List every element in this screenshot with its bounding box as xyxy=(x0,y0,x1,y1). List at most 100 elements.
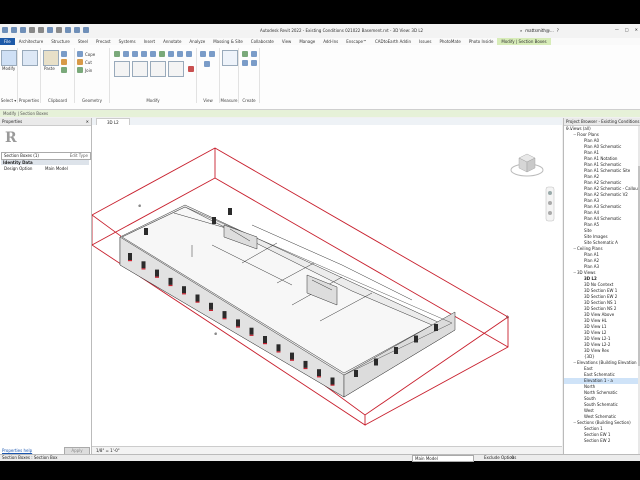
browser-item[interactable]: Section EW 2 xyxy=(564,438,640,444)
mirror-draw-icon[interactable] xyxy=(141,51,147,57)
split-icon[interactable] xyxy=(150,51,156,57)
create-assembly-icon[interactable] xyxy=(242,60,248,66)
project-browser: Project Browser - Existing Conditions 0.… xyxy=(563,118,640,454)
tab-systems[interactable]: Systems xyxy=(115,38,140,45)
cut-geometry-icon[interactable] xyxy=(77,59,83,65)
property-value[interactable]: Main Model xyxy=(45,166,68,171)
trim-extend-icon[interactable] xyxy=(168,61,184,77)
view-cube-icon[interactable] xyxy=(510,153,544,177)
cut-button[interactable]: Cut xyxy=(85,60,92,65)
tab-file[interactable]: File xyxy=(0,38,15,45)
property-key: Design Option xyxy=(4,166,33,171)
offset-icon[interactable] xyxy=(123,51,129,57)
window xyxy=(182,286,186,294)
modify-cursor-icon[interactable] xyxy=(1,50,17,66)
property-group-identity[interactable]: Identity Data xyxy=(1,160,89,165)
3d-view-icon[interactable] xyxy=(74,27,80,33)
tab-modify-section-boxes[interactable]: Modify | Section Boxes xyxy=(497,38,551,45)
tab-issues[interactable]: Issues xyxy=(415,38,435,45)
design-option-selector[interactable]: Main Model xyxy=(412,455,474,462)
modify-button[interactable]: Modify xyxy=(2,66,15,71)
tab-photo-inside[interactable]: Photo Inside xyxy=(465,38,498,45)
scale-icon[interactable] xyxy=(177,51,183,57)
match-type-icon[interactable] xyxy=(61,67,67,73)
tab-view[interactable]: View xyxy=(278,38,296,45)
view-scale[interactable]: 1/8" = 1'-0" xyxy=(96,448,120,453)
navigation-bar[interactable] xyxy=(545,186,555,222)
maximize-icon[interactable]: □ xyxy=(625,27,629,32)
type-selector[interactable]: Section Boxes (1) Edit Type xyxy=(1,152,91,160)
save-icon[interactable] xyxy=(20,27,26,33)
window-sill xyxy=(168,284,173,287)
cope-button[interactable]: Cope xyxy=(85,52,95,57)
browser-item-label: East Schematic xyxy=(584,372,615,377)
tab-precast[interactable]: Precast xyxy=(92,38,115,45)
panel-label-select[interactable]: Select ▾ xyxy=(0,98,17,103)
pin-icon[interactable] xyxy=(186,51,192,57)
undo-icon[interactable] xyxy=(29,27,35,33)
context-label: Modify | Section Boxes xyxy=(3,111,49,116)
close-icon[interactable]: ✕ xyxy=(86,118,89,125)
create-parts-icon[interactable] xyxy=(251,51,257,57)
cope-icon[interactable] xyxy=(77,51,83,57)
print-icon[interactable] xyxy=(47,27,53,33)
tab-structure[interactable]: Structure xyxy=(47,38,74,45)
tab-collaborate[interactable]: Collaborate xyxy=(247,38,278,45)
measure-tool-icon[interactable] xyxy=(222,50,238,66)
create-similar-icon[interactable] xyxy=(251,60,257,66)
browser-item-label: Elevations (Building Elevation C xyxy=(577,360,640,365)
tab-add-ins[interactable]: Add-Ins xyxy=(319,38,342,45)
window xyxy=(303,360,308,368)
cut-icon[interactable] xyxy=(61,59,67,65)
window-sill xyxy=(182,293,186,295)
window xyxy=(276,344,281,352)
tab-manage[interactable]: Manage xyxy=(295,38,319,45)
window-sill xyxy=(290,359,294,361)
close-icon[interactable]: ✕ xyxy=(635,27,638,32)
copy-icon[interactable] xyxy=(61,51,67,57)
tab-photomate[interactable]: PhotoMate xyxy=(435,38,464,45)
window-sill xyxy=(222,318,227,320)
text-icon[interactable] xyxy=(65,27,71,33)
tab-massing-site[interactable]: Massing & Site xyxy=(209,38,247,45)
user-name[interactable]: mattsmith@... xyxy=(525,28,554,33)
array-icon[interactable] xyxy=(168,51,174,57)
hide-in-view-icon[interactable] xyxy=(200,51,206,57)
edit-type-button[interactable]: Edit Type xyxy=(70,153,88,158)
tab-steel[interactable]: Steel xyxy=(74,38,92,45)
join-icon[interactable] xyxy=(77,67,83,73)
paste-button[interactable]: Paste xyxy=(44,66,55,71)
align-icon[interactable] xyxy=(114,51,120,57)
home-icon[interactable] xyxy=(2,27,8,33)
3d-view-canvas[interactable]: ⊕ ⊕ ◇ xyxy=(91,125,562,446)
open-icon[interactable] xyxy=(11,27,17,33)
trim-icon[interactable] xyxy=(159,51,165,57)
tab-analyze[interactable]: Analyze xyxy=(185,38,209,45)
paste-icon[interactable] xyxy=(43,50,59,66)
properties-help-link[interactable]: Properties help xyxy=(2,448,32,453)
tab-annotate[interactable]: Annotate xyxy=(159,38,185,45)
rotate-icon[interactable] xyxy=(150,61,166,77)
copy-element-icon[interactable] xyxy=(132,61,148,77)
delete-icon[interactable] xyxy=(188,66,194,72)
redo-icon[interactable] xyxy=(38,27,44,33)
minimize-icon[interactable]: — xyxy=(615,27,619,32)
mirror-axis-icon[interactable] xyxy=(132,51,138,57)
properties-icon[interactable] xyxy=(22,50,38,66)
create-group-icon[interactable] xyxy=(242,51,248,57)
join-button[interactable]: Join xyxy=(85,68,92,73)
move-icon[interactable] xyxy=(114,61,130,77)
revit-window: Autodesk Revit 2022 - Existing Condition… xyxy=(0,24,640,462)
window xyxy=(141,261,146,269)
section-icon[interactable] xyxy=(83,27,89,33)
help-icon[interactable]: ? xyxy=(557,28,559,33)
browser-item-label: Sections (Building Section) xyxy=(577,420,631,425)
measure-icon[interactable] xyxy=(56,27,62,33)
tab-cadtoearth-addin[interactable]: CADtoEarth Addin xyxy=(371,38,415,45)
linework-icon[interactable] xyxy=(204,61,210,67)
override-graphics-icon[interactable] xyxy=(209,51,215,57)
search-icon[interactable]: ⌕ xyxy=(520,28,522,33)
tab-enscape[interactable]: Enscape™ xyxy=(342,38,371,45)
tab-insert[interactable]: Insert xyxy=(140,38,159,45)
tab-architecture[interactable]: Architecture xyxy=(15,38,48,45)
